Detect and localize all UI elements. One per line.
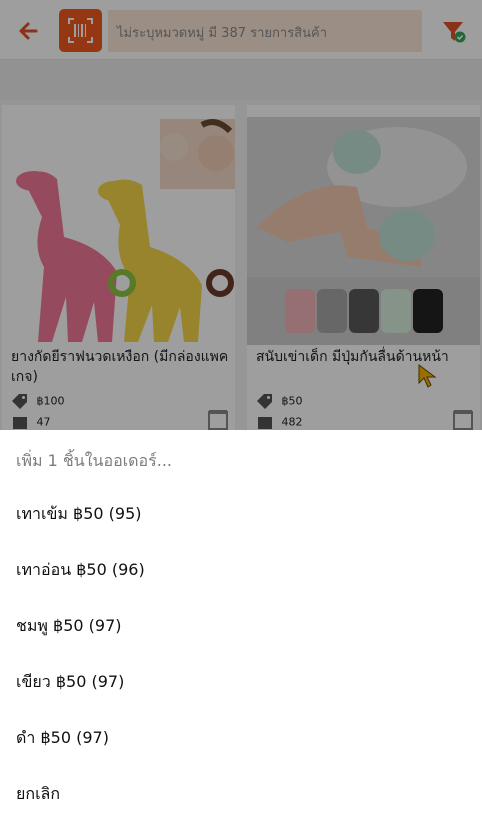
dim-overlay[interactable]	[0, 0, 482, 430]
option-dark-gray[interactable]: เทาเข้ม ฿50 (95)	[0, 490, 482, 538]
sheet-title: เพิ่ม 1 ชิ้นในออเดอร์...	[16, 451, 172, 470]
option-label: ดำ ฿50 (97)	[16, 728, 109, 747]
option-black[interactable]: ดำ ฿50 (97)	[0, 714, 482, 762]
option-pink[interactable]: ชมพู ฿50 (97)	[0, 602, 482, 650]
option-green[interactable]: เขียว ฿50 (97)	[0, 658, 482, 706]
option-label: เทาอ่อน ฿50 (96)	[16, 560, 145, 579]
option-label: ชมพู ฿50 (97)	[16, 616, 122, 635]
option-label: เขียว ฿50 (97)	[16, 672, 125, 691]
cancel-label: ยกเลิก	[16, 784, 61, 803]
add-to-order-sheet: เพิ่ม 1 ชิ้นในออเดอร์... เทาเข้ม ฿50 (95…	[0, 430, 482, 836]
cancel-button[interactable]: ยกเลิก	[0, 770, 482, 818]
option-label: เทาเข้ม ฿50 (95)	[16, 504, 142, 523]
option-light-gray[interactable]: เทาอ่อน ฿50 (96)	[0, 546, 482, 594]
